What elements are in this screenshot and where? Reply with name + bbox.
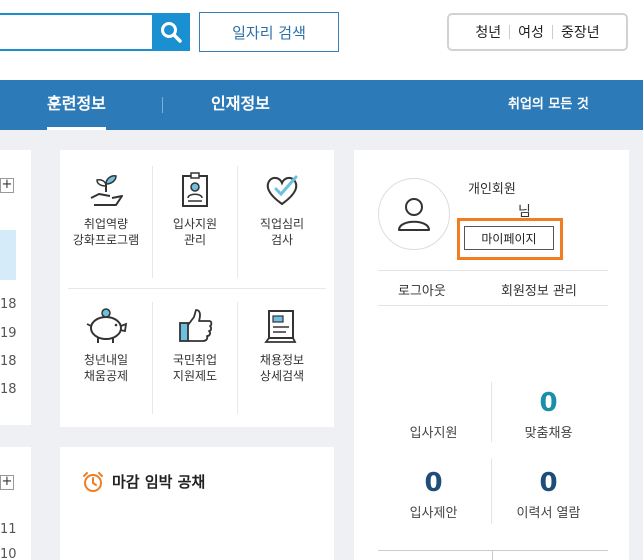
service-label: 청년내일 채움공제 [83,353,129,383]
stat-value: 0 [424,468,443,498]
left-number: 10 [0,547,17,560]
alarm-clock-icon [83,472,103,492]
quick-links: 청년 여성 중장년 [447,13,628,51]
divider [509,25,511,39]
quick-link-middle-aged[interactable]: 중장년 [561,22,600,42]
left-panel: + 11 10 [0,447,31,560]
document-search-icon [264,310,297,343]
deadline-title: 마감 임박 공채 [112,473,206,491]
nav-talent-info[interactable]: 인재정보 [211,80,270,130]
service-youth-savings[interactable]: 청년내일 채움공제 [62,306,150,384]
stat-offers[interactable]: 0 입사제안 [376,468,491,521]
divider [551,25,553,39]
left-number: 18 [0,297,17,312]
nav-divider [162,97,163,113]
stat-label: 입사지원 [409,426,458,441]
service-employment-program[interactable]: 취업역량 강화프로그램 [62,170,150,248]
left-number: 11 [0,522,17,537]
stat-label: 이력서 열람 [516,506,581,521]
expand-button[interactable]: + [0,178,14,193]
deadline-panel: 마감 임박 공채 [60,447,334,560]
service-label: 국민취업 지원제도 [172,353,218,383]
mypage-button[interactable]: 마이페이지 [464,226,554,250]
logout-link[interactable]: 로그아웃 [398,280,446,299]
stat-value: 0 [539,388,558,418]
nav-training-info[interactable]: 훈련정보 [47,80,106,130]
heart-check-icon [266,175,298,206]
member-panel: 개인회원 님 마이페이지 로그아웃 회원정보 관리 입사지원 0 맞춤채용 0 … [354,150,629,560]
job-search-button[interactable]: 일자리 검색 [199,12,339,52]
nav-all-about-jobs[interactable]: 취업의 모든 것 [508,80,589,130]
stat-value [376,388,491,418]
service-label: 취업역량 강화프로그램 [72,217,140,247]
stat-resume-views[interactable]: 0 이력서 열람 [491,468,606,521]
main-nav: 훈련정보 인재정보 취업의 모든 것 [0,80,643,130]
profile-management-link[interactable]: 회원정보 관리 [501,280,577,299]
left-number: 19 [0,326,17,341]
avatar [378,178,450,250]
plant-hand-icon [90,175,123,206]
id-badge-icon [182,172,208,207]
left-number: 18 [0,382,17,397]
service-job-detail-search[interactable]: 채용정보 상세검색 [238,306,326,384]
quick-link-women[interactable]: 여성 [518,22,544,42]
stat-applications[interactable]: 입사지원 [376,388,491,441]
piggy-bank-icon [86,308,128,343]
member-bottom-buttons [378,550,608,560]
left-panel: + 18 19 18 18 [0,150,31,425]
user-icon [398,198,430,231]
expand-button[interactable]: + [0,475,14,490]
stat-label: 맞춤채용 [524,426,573,441]
highlight-row [0,230,16,280]
member-type: 개인회원 [468,182,516,197]
top-header: 일자리 검색 청년 여성 중장년 [0,0,643,80]
divider [492,551,493,560]
service-national-employment[interactable]: 국민취업 지원제도 [151,306,239,384]
services-panel: 취업역량 강화프로그램 입사지원 관리 직업심리 검사 청년내일 채움공제 국민… [60,150,334,427]
divider [68,288,326,289]
left-number: 18 [0,354,17,369]
service-application-management[interactable]: 입사지원 관리 [151,170,239,248]
service-label: 직업심리 검사 [259,217,305,247]
service-label: 입사지원 관리 [172,217,218,247]
divider [378,270,608,271]
search-input[interactable] [0,13,152,51]
stat-label: 입사제안 [409,506,458,521]
search-icon [161,22,182,43]
divider [378,305,608,306]
search-button[interactable] [152,13,190,51]
stat-value: 0 [539,468,558,498]
thumbs-up-icon [179,309,213,342]
quick-link-youth[interactable]: 청년 [475,22,501,42]
service-label: 채용정보 상세검색 [259,353,305,383]
service-psychology-test[interactable]: 직업심리 검사 [238,170,326,248]
stat-matched-jobs[interactable]: 0 맞춤채용 [491,388,606,441]
